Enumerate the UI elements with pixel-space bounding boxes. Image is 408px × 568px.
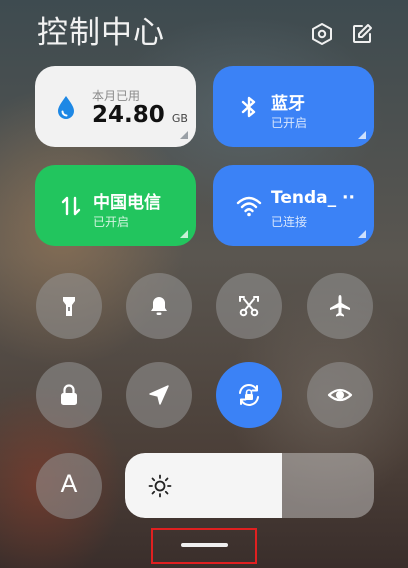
settings-icon[interactable] xyxy=(310,22,334,46)
data-usage-tile[interactable]: 本月已用 24.80 GB xyxy=(35,66,196,147)
home-gesture-handle[interactable] xyxy=(181,543,228,547)
tile-expand-indicator xyxy=(358,131,366,139)
wifi-network-name: Tenda_ ·· xyxy=(271,188,355,208)
page-title: 控制中心 xyxy=(37,15,165,51)
water-drop-icon xyxy=(52,93,80,121)
tile-expand-indicator xyxy=(180,230,188,238)
scissors-icon xyxy=(239,296,259,317)
font-size-toggle[interactable]: A xyxy=(36,453,102,519)
sun-icon xyxy=(148,474,172,498)
mobile-data-status: 已开启 xyxy=(93,215,130,229)
data-usage-value: 24.80 GB xyxy=(92,102,188,128)
lock-icon xyxy=(61,384,77,405)
brightness-slider[interactable] xyxy=(125,453,374,518)
wifi-tile[interactable]: Tenda_ ·· 已连接 xyxy=(213,165,374,246)
data-transfer-icon xyxy=(57,192,85,220)
airplane-toggle[interactable] xyxy=(307,273,373,339)
flashlight-toggle[interactable] xyxy=(36,273,102,339)
screenshot-toggle[interactable] xyxy=(216,273,282,339)
wifi-icon xyxy=(235,192,263,220)
location-arrow-icon xyxy=(149,385,169,405)
flashlight-icon xyxy=(63,297,75,316)
rotation-lock-icon xyxy=(239,384,259,406)
eye-care-toggle[interactable] xyxy=(307,362,373,428)
data-usage-number: 24.80 xyxy=(92,102,165,128)
mobile-data-tile[interactable]: 中国电信 已开启 xyxy=(35,165,196,246)
bluetooth-status: 已开启 xyxy=(271,116,308,130)
lock-screen-toggle[interactable] xyxy=(36,362,102,428)
eye-icon xyxy=(327,388,353,402)
tile-expand-indicator xyxy=(180,131,188,139)
data-usage-unit: GB xyxy=(171,112,188,125)
mute-toggle[interactable] xyxy=(126,273,192,339)
font-icon: A xyxy=(60,470,78,498)
bluetooth-title: 蓝牙 xyxy=(271,94,305,114)
bluetooth-icon xyxy=(235,93,263,121)
tile-expand-indicator xyxy=(358,230,366,238)
rotation-lock-toggle[interactable] xyxy=(216,362,282,428)
edit-icon[interactable] xyxy=(350,22,374,46)
airplane-icon xyxy=(330,295,350,317)
bell-icon xyxy=(151,297,167,315)
wifi-status: 已连接 xyxy=(271,215,308,229)
location-toggle[interactable] xyxy=(126,362,192,428)
mobile-carrier-title: 中国电信 xyxy=(93,193,161,213)
bluetooth-tile[interactable]: 蓝牙 已开启 xyxy=(213,66,374,147)
